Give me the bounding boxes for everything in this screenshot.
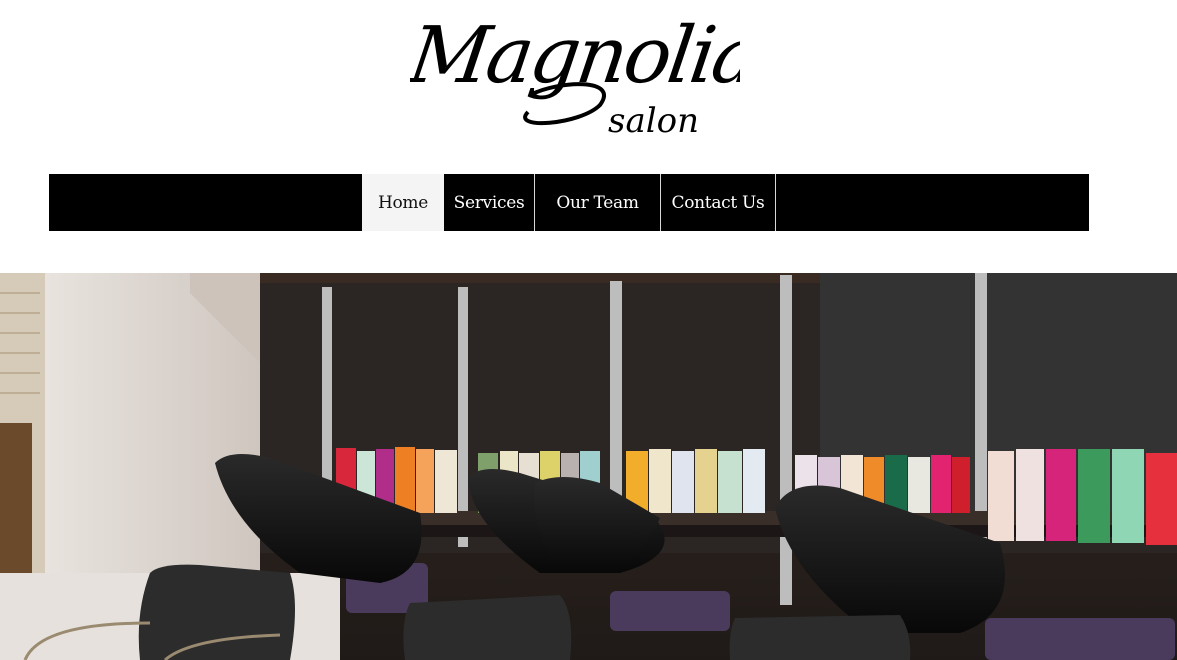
salon-interior-photo xyxy=(0,273,1177,660)
svg-text:salon: salon xyxy=(608,101,699,141)
nav-item-services[interactable]: Services xyxy=(444,174,535,231)
nav-item-our-team[interactable]: Our Team xyxy=(535,174,661,231)
site-header: Magnolia salon xyxy=(0,0,1177,150)
svg-text:Magnolia: Magnolia xyxy=(410,10,740,101)
nav-menu: Home Services Our Team Contact Us xyxy=(362,174,776,231)
nav-item-contact-us[interactable]: Contact Us xyxy=(661,174,776,231)
hero-image xyxy=(0,273,1177,660)
magnolia-salon-logo[interactable]: Magnolia salon xyxy=(410,0,740,150)
nav-item-home[interactable]: Home xyxy=(362,174,444,231)
main-navigation: Home Services Our Team Contact Us xyxy=(49,174,1089,231)
